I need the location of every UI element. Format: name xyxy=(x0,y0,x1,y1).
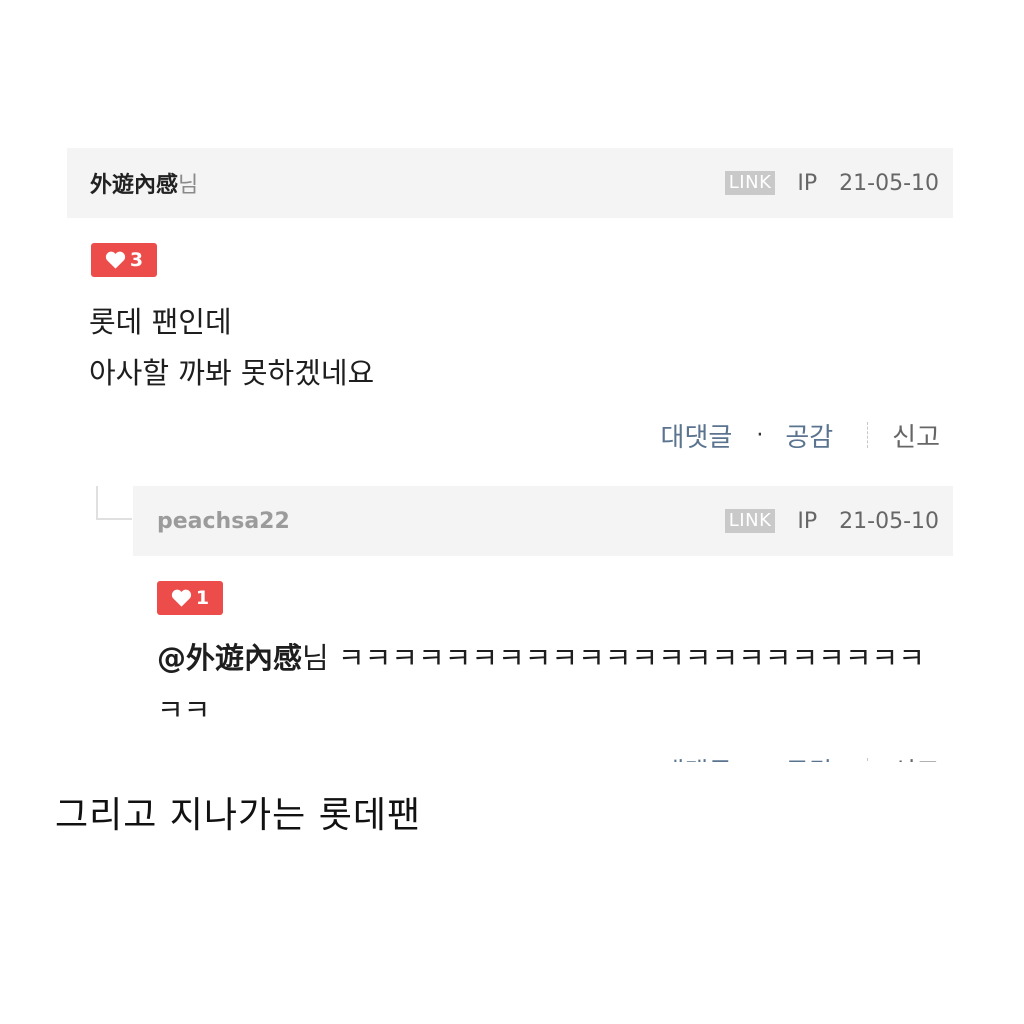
author-honorific: 님 xyxy=(178,173,199,198)
heart-icon xyxy=(105,251,126,269)
reply-body-container: @外遊內感님 ㅋㅋㅋㅋㅋㅋㅋㅋㅋㅋㅋㅋㅋㅋㅋㅋㅋㅋㅋㅋㅋㅋㅋㅋ xyxy=(157,632,947,760)
mention-honorific: 님 xyxy=(302,641,329,675)
like-button[interactable]: 공감 xyxy=(785,417,833,454)
comment-body: 롯데 팬인데 아사할 까봐 못하겠네요 xyxy=(89,297,374,399)
reply-header: peachsa22 LINK IP 21-05-10 xyxy=(133,486,953,556)
comment-line: 롯데 팬인데 xyxy=(89,305,232,339)
link-button[interactable]: LINK xyxy=(724,509,776,533)
ip-label: IP xyxy=(797,170,818,196)
comment-actions: 대댓글 · 공감 신고 xyxy=(661,413,940,457)
ip-label: IP xyxy=(797,508,818,534)
comment-author[interactable]: 外遊內感 xyxy=(90,167,178,199)
reply-author[interactable]: peachsa22 xyxy=(157,509,290,534)
mention-link[interactable]: @外遊內感님 xyxy=(157,641,329,675)
like-count: 1 xyxy=(195,587,210,609)
like-button[interactable]: 공감 xyxy=(785,752,833,762)
reply-actions: 대댓글 · 공감 신고 xyxy=(661,752,940,762)
action-separator-dot: · xyxy=(756,758,763,762)
heart-icon xyxy=(171,589,192,607)
reply-button[interactable]: 대댓글 xyxy=(661,752,733,762)
report-button[interactable]: 신고 xyxy=(892,417,940,454)
comment-meta: LINK IP 21-05-10 xyxy=(724,170,939,196)
action-separator-dot: · xyxy=(756,422,764,448)
action-divider xyxy=(867,422,869,448)
reply-date: 21-05-10 xyxy=(839,508,939,534)
comment-header: 外遊內感 님 LINK IP 21-05-10 xyxy=(67,148,953,218)
mention-name: @外遊內感 xyxy=(157,641,303,675)
like-count: 3 xyxy=(129,249,144,271)
reply-body: @外遊內感님 ㅋㅋㅋㅋㅋㅋㅋㅋㅋㅋㅋㅋㅋㅋㅋㅋㅋㅋㅋㅋㅋㅋㅋㅋ xyxy=(157,632,947,736)
reply-connector xyxy=(96,486,132,520)
comment-line: 아사할 까봐 못하겠네요 xyxy=(89,356,375,390)
like-count-badge[interactable]: 1 xyxy=(157,581,223,615)
reply-meta: LINK IP 21-05-10 xyxy=(724,508,939,534)
reply-actions-container: 대댓글 · 공감 신고 xyxy=(620,752,940,762)
comment-date: 21-05-10 xyxy=(839,170,939,196)
link-button[interactable]: LINK xyxy=(724,171,776,195)
reply-button[interactable]: 대댓글 xyxy=(661,417,733,454)
action-divider xyxy=(867,757,869,762)
like-count-badge[interactable]: 3 xyxy=(91,243,157,277)
caption-text: 그리고 지나가는 롯데팬 xyxy=(55,795,422,836)
report-button[interactable]: 신고 xyxy=(892,752,940,762)
